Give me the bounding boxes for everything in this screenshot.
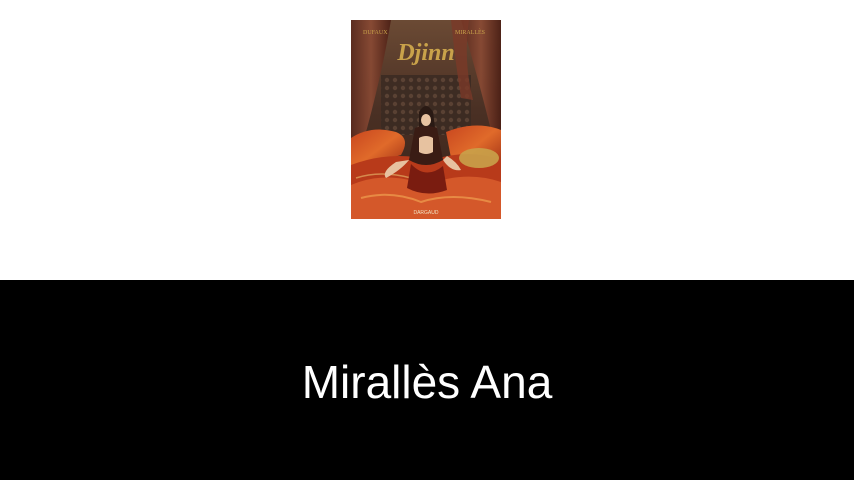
cover-title: Djinn: [396, 40, 454, 66]
caption-title: Mirallès Ana: [301, 356, 553, 408]
cover-author-right: MIRALLÈS: [455, 28, 485, 36]
cover-artwork: DUFAUX MIRALLÈS Djinn DARGAUD: [351, 20, 501, 219]
book-cover-image[interactable]: DUFAUX MIRALLÈS Djinn DARGAUD: [351, 20, 501, 219]
cover-author-left: DUFAUX: [363, 30, 388, 36]
page: DUFAUX MIRALLÈS Djinn DARGAUD Mirallès A…: [0, 0, 854, 480]
image-area: DUFAUX MIRALLÈS Djinn DARGAUD: [0, 0, 854, 280]
cover-publisher: DARGAUD: [413, 210, 438, 216]
